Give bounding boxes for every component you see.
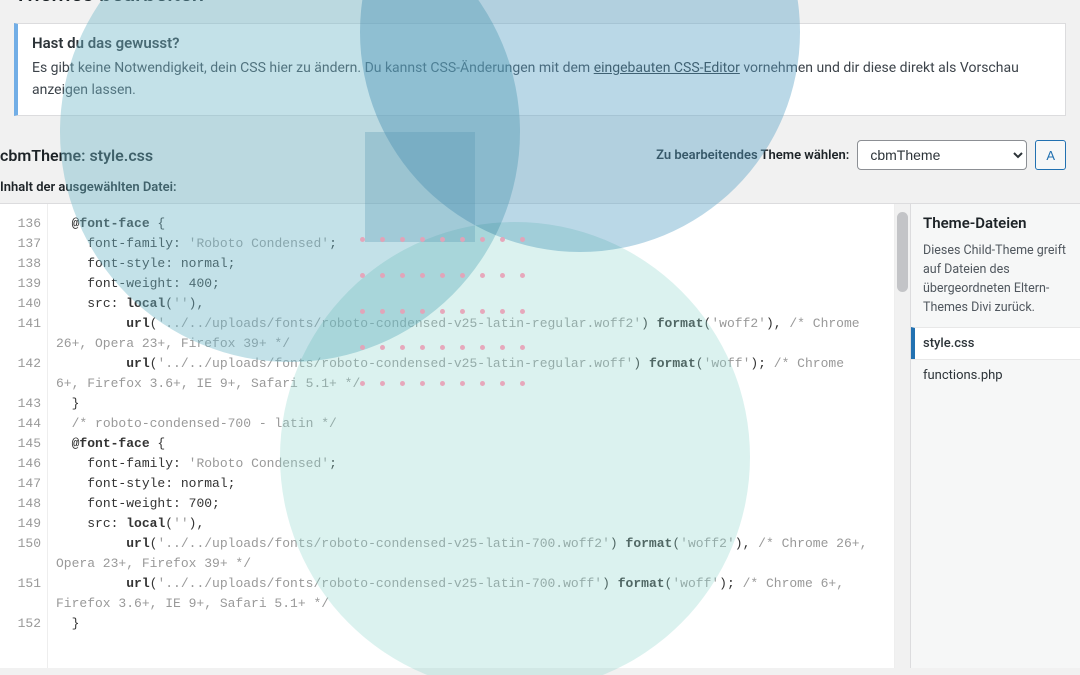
workarea: 1361371381391401411421431441451461471481… bbox=[0, 203, 1080, 668]
info-notice: Hast du das gewusst? Es gibt keine Notwe… bbox=[14, 23, 1066, 116]
file-item[interactable]: functions.php bbox=[911, 359, 1080, 391]
sidebar-title: Theme-Dateien bbox=[911, 204, 1080, 242]
file-list: style.cssfunctions.php bbox=[911, 327, 1080, 391]
scrollbar-thumb[interactable] bbox=[897, 212, 908, 292]
file-item[interactable]: style.css bbox=[911, 327, 1080, 359]
css-editor-link[interactable]: eingebauten CSS-Editor bbox=[594, 60, 740, 76]
file-sidebar: Theme-Dateien Dieses Child-Theme greift … bbox=[910, 204, 1080, 668]
line-gutter: 1361371381391401411421431441451461471481… bbox=[0, 204, 48, 668]
notice-text: Es gibt keine Notwendigkeit, dein CSS hi… bbox=[32, 58, 1051, 101]
current-file-label: cbmTheme: style.css bbox=[0, 146, 153, 165]
theme-select[interactable]: cbmTheme bbox=[857, 140, 1027, 170]
scrollbar[interactable] bbox=[894, 204, 910, 668]
code-area[interactable]: @font-face { font-family: 'Roboto Conden… bbox=[48, 204, 910, 668]
file-content-label: Inhalt der ausgewählten Datei: bbox=[0, 172, 1080, 203]
notice-heading: Hast du das gewusst? bbox=[32, 34, 1051, 52]
theme-select-label: Zu bearbeitendes Theme wählen: bbox=[656, 148, 849, 163]
editor-toolbar: cbmTheme: style.css Zu bearbeitendes The… bbox=[0, 134, 1080, 172]
code-editor[interactable]: 1361371381391401411421431441451461471481… bbox=[0, 204, 910, 668]
page-title: Themes bearbeiten bbox=[0, 0, 1080, 11]
apply-button[interactable]: A bbox=[1035, 140, 1066, 170]
notice-text-before: Es gibt keine Notwendigkeit, dein CSS hi… bbox=[32, 60, 594, 76]
sidebar-description: Dieses Child-Theme greift auf Dateien de… bbox=[911, 242, 1080, 327]
